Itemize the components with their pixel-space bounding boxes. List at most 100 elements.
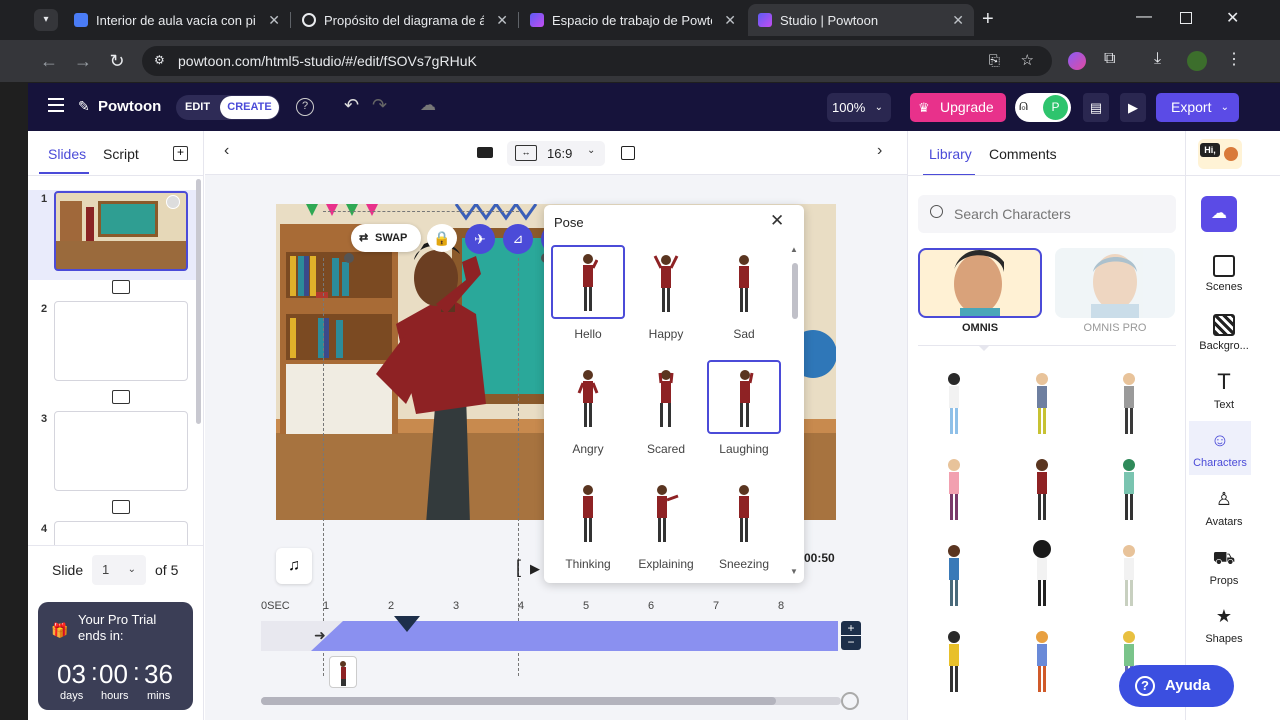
user-avatar[interactable]: P [1043, 95, 1068, 120]
swap-button[interactable]: ⇄ SWAP [351, 224, 421, 252]
transition-icon[interactable] [112, 390, 130, 404]
help-icon[interactable]: ? [296, 98, 314, 116]
nav-props[interactable]: ⛟ Props [1191, 547, 1257, 587]
site-info-icon[interactable]: ⚙ [154, 53, 165, 67]
hi-badge-icon[interactable]: Hi, [1198, 139, 1242, 169]
close-icon[interactable]: ✕ [770, 211, 784, 231]
presentation-icon[interactable]: ▤ [1083, 93, 1109, 122]
bookmark-star-icon[interactable]: ☆ [1021, 51, 1034, 69]
tab-slides[interactable]: Slides [48, 146, 86, 162]
nav-backgrounds[interactable]: Backgro... [1191, 314, 1257, 352]
omnis-style-card[interactable] [918, 248, 1042, 318]
tab-search-icon[interactable]: ▾ [34, 9, 58, 31]
add-user-icon[interactable]: ⍝ [1019, 97, 1028, 114]
browser-tab-4-active[interactable]: Studio | Powtoon ✕ [748, 4, 974, 36]
restore-icon[interactable] [1180, 12, 1192, 24]
back-icon[interactable]: ← [38, 50, 60, 72]
play-preview-icon[interactable]: ▶ [1120, 93, 1146, 122]
reload-icon[interactable]: ↻ [106, 50, 128, 72]
upgrade-button[interactable]: ♛ Upgrade [910, 93, 1006, 122]
extensions-puzzle-icon[interactable]: ⧉ [1104, 50, 1115, 68]
search-characters[interactable] [918, 195, 1176, 233]
resize-handle[interactable] [344, 253, 354, 263]
close-tab-icon[interactable]: ✕ [724, 12, 736, 29]
tab-library[interactable]: Library [929, 146, 972, 162]
zoom-in-icon[interactable]: + [841, 621, 861, 635]
play-icon[interactable]: ▶ [530, 561, 540, 577]
enter-arrow-icon[interactable]: ➜ [314, 627, 326, 644]
collaborators[interactable]: ⍝ P [1015, 93, 1071, 122]
close-tab-icon[interactable]: ✕ [268, 12, 280, 29]
pose-angry[interactable]: Angry [551, 360, 625, 456]
tab-comments[interactable]: Comments [989, 146, 1057, 162]
pose-happy[interactable]: Happy [629, 245, 703, 341]
lock-icon[interactable]: 🔒 [427, 224, 457, 252]
zoom-out-icon[interactable]: − [841, 636, 861, 650]
nav-shapes[interactable]: ★ Shapes [1191, 605, 1257, 645]
nav-scenes[interactable]: Scenes [1191, 255, 1257, 293]
undo-icon[interactable]: ↶ [344, 95, 359, 116]
horizontal-scrollbar-thumb[interactable] [261, 697, 776, 705]
extension-icon[interactable] [1068, 52, 1086, 70]
hamburger-menu-icon[interactable] [48, 98, 64, 112]
create-mode-button[interactable]: CREATE [220, 96, 279, 119]
omnis-pro-style-card[interactable] [1055, 248, 1175, 318]
pose-thinking[interactable]: Thinking [551, 475, 625, 571]
pose-hello[interactable]: Hello [551, 245, 625, 341]
slide-thumbnail-3[interactable] [54, 411, 188, 491]
slide-thumbnail-1[interactable] [54, 191, 188, 271]
browser-tab-3[interactable]: Espacio de trabajo de Powtoon ✕ [520, 4, 746, 36]
pose-explaining[interactable]: Explaining [629, 475, 703, 571]
add-slide-icon[interactable]: + [173, 146, 188, 161]
pose-sad[interactable]: Sad [707, 245, 781, 341]
aspect-ratio-dropdown[interactable]: ↔ 16:9 ⌄ [507, 141, 605, 166]
pose-laughing[interactable]: Laughing [707, 360, 781, 456]
next-slide-icon[interactable]: › [877, 142, 882, 160]
close-tab-icon[interactable]: ✕ [496, 12, 508, 29]
playhead[interactable] [394, 616, 420, 632]
slides-scrollbar[interactable] [196, 179, 201, 424]
nav-text[interactable]: T Text [1191, 371, 1257, 412]
help-button[interactable]: ? Ayuda [1119, 665, 1234, 707]
nav-characters[interactable]: ☺ Characters [1189, 421, 1251, 475]
profile-avatar[interactable] [1187, 51, 1207, 71]
tab-script[interactable]: Script [103, 146, 139, 162]
browser-tab-2[interactable]: Propósito del diagrama de árbo ✕ [292, 4, 518, 36]
pose-sneezing[interactable]: Sneezing [707, 475, 781, 571]
camera-icon[interactable] [477, 147, 493, 158]
slide-thumbnail-2[interactable] [54, 301, 188, 381]
browser-menu-icon[interactable]: ⋮ [1226, 49, 1242, 69]
minimize-icon[interactable]: — [1136, 8, 1152, 26]
transition-icon[interactable] [112, 500, 130, 514]
slide-select[interactable]: 1 ⌄ [92, 555, 146, 585]
pose-scared[interactable]: Scared [629, 360, 703, 456]
redo-icon[interactable]: ↷ [372, 95, 387, 116]
upload-cloud-icon[interactable]: ☁ [1201, 196, 1237, 232]
transition-icon[interactable] [112, 280, 130, 294]
grid-icon[interactable] [621, 146, 635, 160]
browser-tab-1[interactable]: Interior de aula vacía con pizarr ✕ [64, 4, 290, 36]
download-icon[interactable]: ⤓ [1154, 50, 1161, 68]
zoom-dropdown[interactable]: 100% ⌄ [827, 93, 891, 122]
flip-icon[interactable]: ⊿ [503, 224, 533, 254]
pose-icon[interactable]: ✈ [465, 224, 495, 254]
search-input[interactable] [954, 203, 1164, 225]
pose-scrollbar[interactable] [792, 263, 798, 319]
new-tab-icon[interactable]: + [982, 8, 994, 31]
timeline-object-thumb[interactable] [329, 656, 357, 688]
forward-icon[interactable]: → [72, 50, 94, 72]
close-window-icon[interactable]: ✕ [1226, 8, 1239, 28]
close-tab-icon[interactable]: ✕ [952, 12, 964, 29]
nav-avatars[interactable]: ♙ Avatars [1191, 488, 1257, 528]
translate-icon[interactable]: ⎘ [989, 52, 1000, 69]
horizontal-scrollbar-track[interactable] [261, 697, 841, 705]
character-grid[interactable] [918, 369, 1178, 709]
pro-trial-countdown[interactable]: 🎁 Your Pro Trial ends in: 03 : 00 : 36 d… [38, 602, 193, 710]
address-bar[interactable]: ⚙ powtoon.com/html5-studio/#/edit/fSOVs7… [142, 46, 1052, 76]
recenter-icon[interactable] [841, 692, 859, 710]
slide-thumbnail-4[interactable] [54, 521, 188, 545]
edit-mode-button[interactable]: EDIT [185, 101, 210, 113]
prev-slide-icon[interactable]: ‹ [224, 142, 229, 160]
add-music-icon[interactable]: ♫ [276, 548, 312, 584]
export-button[interactable]: Export ⌄ [1156, 93, 1239, 122]
